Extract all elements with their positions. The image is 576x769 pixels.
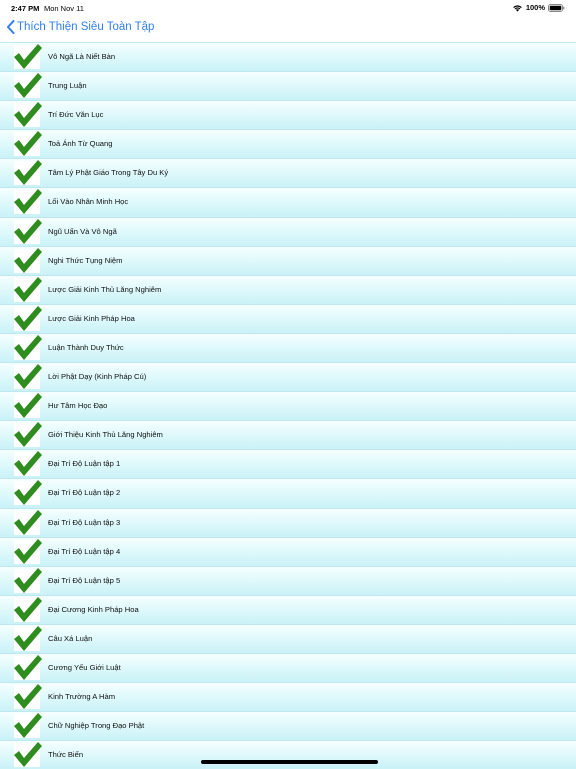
list-item-label: Đại Trí Độ Luận tập 5 [48,575,121,585]
status-bar: 2:47 PM Mon Nov 11 100% [0,0,576,16]
battery-percent: 100% [525,3,545,12]
list-item-label: Đại Trí Độ Luận tập 2 [48,488,121,498]
checkmark-icon [14,305,42,331]
list-item[interactable]: Câu Xá Luận [0,623,576,653]
list-item[interactable]: Toả Ánh Từ Quang [0,129,576,159]
list-item-label: Đại Cương Kinh Pháp Hoa [48,604,139,614]
list-item[interactable]: Luận Thành Duy Thức [0,332,576,363]
checkmark-icon [14,654,42,680]
list-item-label: Trí Đức Văn Lục [48,110,104,120]
checkmark-icon [14,451,42,477]
list-item[interactable]: Nghi Thức Tụng Niệm [0,245,576,275]
list-item[interactable]: Cương Yếu Giới Luật [0,652,576,683]
list-item-label: Giới Thiệu Kinh Thủ Lăng Nghiêm [48,430,163,440]
list-item-label: Toả Ánh Từ Quang [48,139,113,149]
list-item-label: Lược Giải Kinh Thủ Lăng Nghiêm [48,284,162,294]
checkmark-icon [14,160,42,186]
chevron-left-icon [7,20,15,34]
list-item-label: Chữ Nghiệp Trong Đạo Phật [48,721,145,731]
list-item-label: Đại Trí Độ Luận tập 4 [48,546,121,556]
checkmark-icon [14,276,42,302]
status-date: Mon Nov 11 [44,4,84,13]
checkmark-icon [14,684,42,710]
list-item-label: Thức Biến [48,750,84,760]
list-item[interactable]: Ngũ Uẩn Và Vô Ngã [0,216,576,246]
list-item-label: Nghi Thức Tụng Niệm [48,255,123,265]
checkmark-icon [14,334,42,360]
list-item-label: Câu Xá Luận [48,633,93,643]
battery-icon [548,3,565,12]
list-item-label: Vô Ngã Là Niết Bàn [48,52,116,61]
checkmark-icon [14,73,42,99]
list-item[interactable]: Lược Giải Kinh Pháp Hoa [0,303,576,333]
list-item[interactable]: Lối Vào Nhân Minh Học [0,187,576,217]
checkmark-icon [14,364,42,390]
list-item[interactable]: Thức Biến [0,740,576,769]
list-item[interactable]: Đại Cương Kinh Pháp Hoa [0,594,576,624]
list-item[interactable]: Đại Trí Độ Luận tập 1 [0,449,576,479]
checkmark-icon [14,102,42,128]
list-item[interactable]: Đại Trí Độ Luận tập 5 [0,565,576,595]
list-item[interactable]: Trung Luận [0,71,576,101]
checkmark-icon [14,131,42,157]
navigation-bar: Thích Thiện Siêu Toàn Tập [0,16,576,42]
list-item-label: Tâm Lý Phật Giáo Trong Tây Du Ký [48,168,169,178]
status-time: 2:47 PM [11,4,40,13]
list-item-label: Hư Tâm Học Đạo [48,401,108,411]
list-item-label: Lược Giải Kinh Pháp Hoa [48,313,135,323]
list-item[interactable]: Lược Giải Kinh Thủ Lăng Nghiêm [0,274,576,304]
list-item-label: Ngũ Uẩn Và Vô Ngã [48,226,117,236]
list-item-label: Cương Yếu Giới Luật [48,662,121,672]
checkmark-icon [14,247,42,273]
list-item-label: Kinh Trường A Hàm [48,692,116,702]
status-indicators: 100% [512,3,565,12]
list-item[interactable]: Hư Tâm Học Đạo [0,391,576,421]
checkmark-icon [14,713,42,739]
checkmark-icon [14,567,42,593]
checkmark-icon [14,596,42,622]
checkmark-icon [14,44,42,69]
home-indicator[interactable] [201,760,378,764]
list-item[interactable]: Chữ Nghiệp Trong Đạo Phật [0,711,576,741]
wifi-icon [513,4,522,12]
checkmark-icon [14,538,42,564]
checkmark-icon [14,422,42,448]
list-item-label: Luận Thành Duy Thức [48,342,124,352]
list-item[interactable]: Đại Trí Độ Luận tập 3 [0,507,576,537]
checkmark-icon [14,480,42,506]
list-item-label: Đại Trí Độ Luận tập 3 [48,517,121,527]
list-item[interactable]: Đại Trí Độ Luận tập 2 [0,478,576,508]
checkmark-icon [14,393,42,419]
book-list: Vô Ngã Là Niết Bàn Trung Luận Trí Đức Văn … [0,42,576,769]
list-item-label: Trung Luận [48,81,87,91]
checkmark-icon [14,625,42,651]
list-item[interactable]: Giới Thiệu Kinh Thủ Lăng Nghiêm [0,420,576,450]
back-button[interactable]: Thích Thiện Siêu Toàn Tập [6,20,154,34]
checkmark-icon [14,742,42,768]
list-item[interactable]: Đại Trí Độ Luận tập 4 [0,536,576,566]
list-item[interactable]: Vô Ngã Là Niết Bàn [0,42,576,72]
list-item-label: Lối Vào Nhân Minh Học [48,197,129,207]
list-item-label: Đại Trí Độ Luận tập 1 [48,459,121,469]
list-item[interactable]: Lời Phật Dạy (Kinh Pháp Cú) [0,362,576,392]
checkmark-icon [14,189,42,215]
checkmark-icon [14,218,42,244]
list-item-label: Lời Phật Dạy (Kinh Pháp Cú) [48,372,147,382]
list-item[interactable]: Kinh Trường A Hàm [0,682,576,712]
list-item[interactable]: Tâm Lý Phật Giáo Trong Tây Du Ký [0,158,576,188]
back-button-label: Thích Thiện Siêu Toàn Tập [17,21,155,33]
list-item[interactable]: Trí Đức Văn Lục [0,100,576,130]
checkmark-icon [14,509,42,535]
